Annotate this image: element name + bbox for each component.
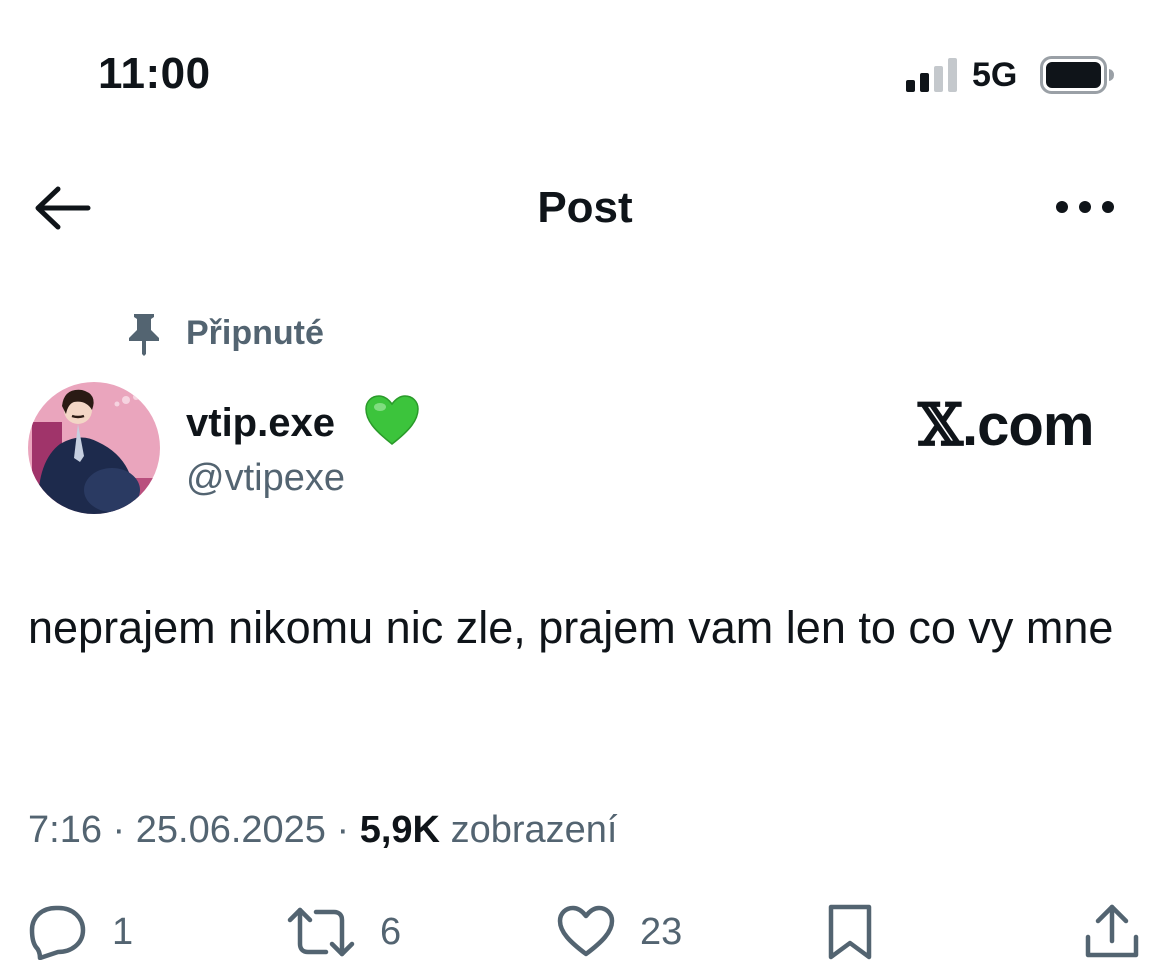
reply-icon — [29, 905, 86, 960]
meta-separator: · — [112, 809, 126, 851]
network-type: 5G — [972, 56, 1018, 94]
repost-count: 6 — [380, 911, 402, 953]
post-date: 25.06.2025 — [135, 809, 326, 851]
x-logo: 𝕏 — [918, 391, 963, 459]
like-count: 23 — [640, 911, 683, 953]
share-button[interactable] — [1084, 902, 1140, 962]
post-text: neprajem nikomu nic zle, prajem vam len … — [28, 602, 1114, 653]
repost-button[interactable]: 6 — [286, 902, 401, 962]
author-display-name[interactable]: vtip.exe — [186, 398, 335, 448]
meta-separator: · — [336, 809, 350, 851]
post-meta: 7:16 · 25.06.2025 · 5,9K zobrazení — [28, 806, 617, 854]
share-icon — [1085, 904, 1139, 958]
bookmark-icon — [828, 904, 872, 960]
heart-outline-icon — [557, 905, 615, 957]
avatar-image — [28, 382, 160, 514]
signal-bars-icon — [906, 58, 957, 92]
repost-icon — [287, 907, 355, 957]
reply-count: 1 — [112, 911, 134, 953]
page-title: Post — [537, 183, 633, 232]
more-options-button[interactable] — [1052, 190, 1118, 224]
bookmark-button[interactable] — [826, 902, 874, 962]
views-label: zobrazení — [450, 809, 618, 851]
like-button[interactable]: 23 — [556, 902, 682, 962]
more-horizontal-icon — [1056, 201, 1114, 213]
x-com-watermark: 𝕏.com — [918, 391, 1094, 459]
status-time: 11:00 — [98, 49, 211, 98]
green-heart-icon — [365, 395, 419, 445]
battery-icon — [1040, 56, 1114, 94]
watermark-text: .com — [962, 393, 1094, 458]
post-time: 7:16 — [28, 809, 102, 851]
avatar[interactable] — [28, 382, 160, 514]
pinned-label: Připnuté — [186, 314, 324, 352]
pin-icon — [129, 314, 159, 356]
reply-button[interactable]: 1 — [26, 902, 133, 962]
views-count: 5,9K — [359, 809, 440, 851]
author-handle[interactable]: @vtipexe — [186, 455, 345, 501]
